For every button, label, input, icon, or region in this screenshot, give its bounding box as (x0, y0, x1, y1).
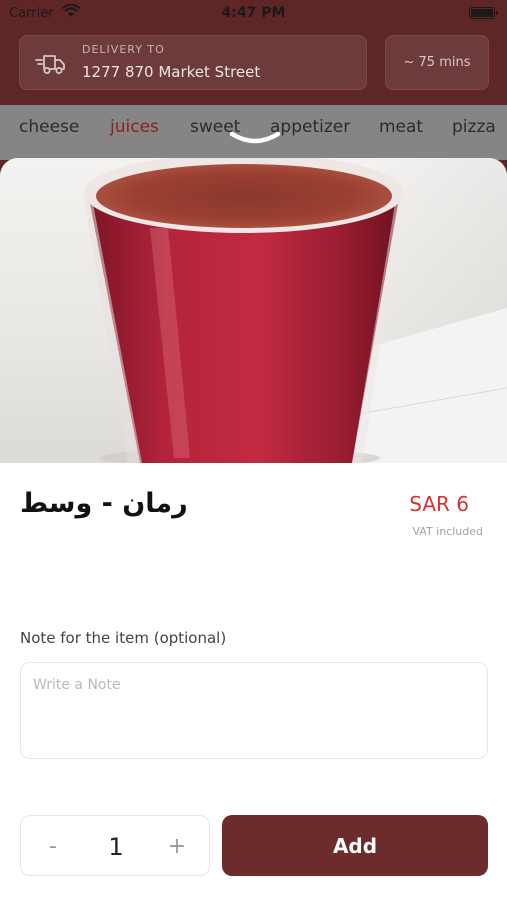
status-time: 4:47 PM (221, 5, 286, 21)
quantity-value: 1 (108, 832, 124, 861)
delivery-address-button[interactable]: DELIVERY TO 1277 870 Market Street (19, 35, 367, 90)
category-tab-meat[interactable]: meat (379, 117, 423, 137)
category-tab-appetizer[interactable]: appetizer (270, 117, 350, 137)
delivery-address: 1277 870 Market Street (82, 63, 261, 81)
item-photo (0, 158, 507, 463)
battery-icon (469, 7, 498, 19)
increase-quantity-button[interactable]: + (149, 816, 205, 877)
category-tab-cheese[interactable]: cheese (19, 117, 79, 137)
vat-note: VAT included (412, 525, 483, 538)
note-input[interactable] (20, 662, 488, 759)
status-bar: Carrier 4:47 PM (0, 0, 507, 28)
item-name: رمان - وسط (20, 488, 188, 519)
item-detail-sheet: رمان - وسط SAR 6 VAT included Note for t… (0, 158, 507, 900)
note-label: Note for the item (optional) (20, 629, 227, 647)
category-tab-pizza[interactable]: pizza (452, 117, 496, 137)
sheet-dismiss-chevron-icon[interactable] (228, 130, 282, 146)
truck-icon (35, 55, 65, 74)
decrease-quantity-button[interactable]: - (25, 816, 81, 877)
juice-cup-image (84, 158, 507, 463)
eta-badge: ~ 75 mins (385, 35, 489, 90)
eta-text: ~ 75 mins (403, 55, 471, 70)
quantity-stepper: - 1 + (20, 815, 210, 876)
dimmed-header-background: Carrier 4:47 PM DELIVERY TO 1277 870 Mar… (0, 0, 507, 180)
item-price: SAR 6 (409, 492, 469, 516)
category-tab-juices[interactable]: juices (110, 117, 159, 137)
delivery-caption: DELIVERY TO (82, 43, 165, 56)
add-to-cart-button[interactable]: Add (222, 815, 488, 876)
